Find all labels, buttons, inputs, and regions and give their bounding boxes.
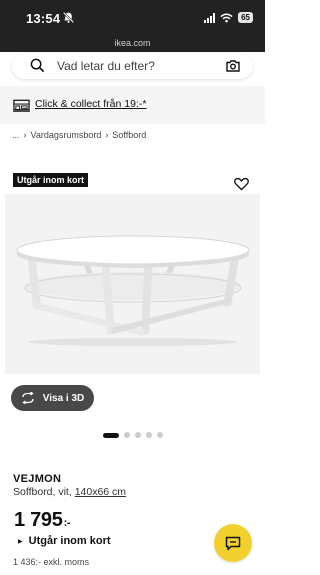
chat-icon: [225, 536, 241, 550]
triangle-right-icon: ▶: [18, 538, 23, 545]
search-bar[interactable]: [12, 53, 253, 79]
battery-indicator: 65: [238, 12, 253, 23]
breadcrumb-item[interactable]: Vardagsrumsbord: [31, 130, 102, 140]
price-excl-vat: 1 436:- exkl. moms: [13, 557, 90, 567]
price-main: 1 795: [14, 509, 63, 531]
chevron-right-icon: ›: [105, 130, 109, 140]
coffee-table-illustration: [16, 235, 250, 346]
chat-button[interactable]: [214, 524, 252, 562]
carousel-dot-active[interactable]: [103, 432, 119, 438]
search-icon: [30, 58, 45, 73]
status-indicators: 65: [204, 12, 253, 23]
breadcrumb-item[interactable]: Soffbord: [112, 130, 146, 140]
signal-icon: [204, 12, 216, 23]
carousel-dot[interactable]: [124, 432, 130, 438]
status-time: 13:54: [26, 11, 61, 26]
carousel-dot[interactable]: [157, 432, 163, 438]
carousel-indicator: [103, 432, 163, 438]
product-size-link[interactable]: 140x66 cm: [75, 486, 126, 498]
product-description: Soffbord, vit, 140x66 cm: [13, 486, 126, 498]
stock-status: ▶ Utgår inom kort: [18, 535, 111, 547]
price: 1 795:-: [14, 509, 71, 532]
url-bar[interactable]: ikea.com: [0, 38, 265, 48]
camera-icon[interactable]: [225, 58, 241, 74]
product-image[interactable]: [5, 194, 260, 374]
stock-status-text: Utgår inom kort: [28, 535, 111, 547]
truck-icon: [13, 99, 30, 112]
carousel-dot[interactable]: [135, 432, 141, 438]
chevron-right-icon: ›: [23, 130, 27, 140]
carousel-dot[interactable]: [146, 432, 152, 438]
heart-icon[interactable]: [234, 177, 249, 191]
view-3d-label: Visa i 3D: [42, 392, 85, 404]
wifi-icon: [220, 13, 233, 22]
breadcrumb: ... › Vardagsrumsbord › Soffbord: [12, 130, 146, 140]
bell-off-icon: [62, 11, 75, 24]
cycle-icon: [22, 392, 34, 404]
browser-chrome: 13:54 65 ikea.com: [0, 0, 265, 52]
breadcrumb-ellipsis[interactable]: ...: [12, 130, 20, 140]
product-description-text: Soffbord, vit,: [13, 486, 72, 498]
product-name: VEJMON: [13, 473, 62, 485]
status-badge: Utgår inom kort: [13, 173, 89, 187]
price-suffix: :-: [63, 517, 71, 529]
search-input[interactable]: [57, 53, 217, 79]
click-collect-link[interactable]: Click & collect från 19:-*: [35, 98, 146, 110]
view-3d-button[interactable]: Visa i 3D: [11, 385, 94, 411]
click-collect-banner[interactable]: Click & collect från 19:-*: [0, 86, 265, 124]
